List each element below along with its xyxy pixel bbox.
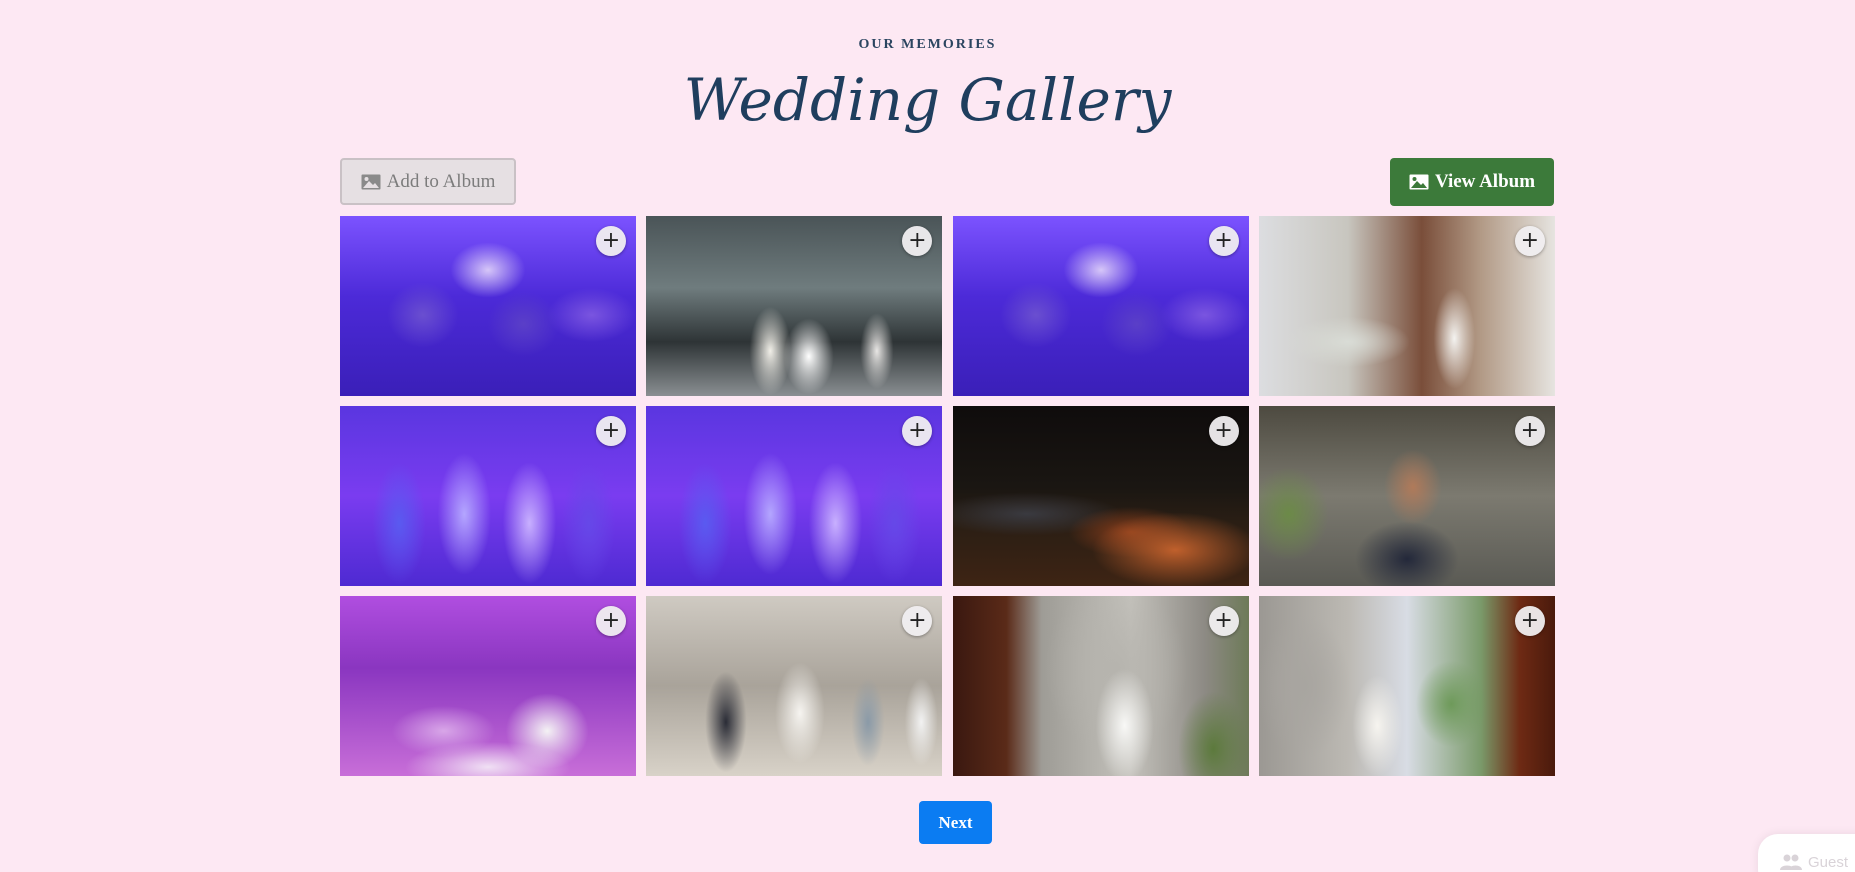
wedding-photo[interactable] bbox=[340, 216, 636, 396]
add-photo-button[interactable]: + bbox=[596, 226, 626, 256]
add-photo-button[interactable]: + bbox=[1514, 416, 1545, 446]
photo-tile[interactable]: + bbox=[340, 406, 636, 586]
photo-tile[interactable]: + bbox=[340, 216, 636, 396]
photo-tile[interactable]: + bbox=[646, 216, 943, 396]
image-icon bbox=[361, 174, 381, 189]
add-photo-button[interactable]: + bbox=[1208, 226, 1239, 256]
add-photo-button[interactable]: + bbox=[596, 416, 626, 446]
wedding-photo[interactable] bbox=[1258, 216, 1555, 396]
wedding-photo[interactable] bbox=[340, 406, 636, 586]
photo-grid: + + + + + + + + + + + + bbox=[340, 216, 1555, 776]
photo-tile[interactable]: + bbox=[1258, 596, 1555, 776]
wedding-photo[interactable] bbox=[1258, 596, 1555, 776]
page-title: Wedding Gallery bbox=[683, 66, 1172, 134]
next-button[interactable]: Next bbox=[919, 801, 992, 844]
photo-tile[interactable]: + bbox=[646, 406, 943, 586]
add-to-album-button[interactable]: Add to Album bbox=[340, 158, 516, 205]
gallery-page: OUR MEMORIES Wedding Gallery Add to Albu… bbox=[0, 0, 1855, 872]
photo-tile[interactable]: + bbox=[952, 596, 1249, 776]
wedding-photo[interactable] bbox=[1258, 406, 1555, 586]
add-photo-button[interactable]: + bbox=[1514, 606, 1545, 636]
photo-tile[interactable]: + bbox=[340, 596, 636, 776]
section-eyebrow: OUR MEMORIES bbox=[858, 37, 997, 52]
image-icon bbox=[1409, 174, 1429, 190]
wedding-photo[interactable] bbox=[646, 216, 943, 396]
wedding-photo[interactable] bbox=[952, 596, 1249, 776]
add-photo-button[interactable]: + bbox=[1514, 226, 1545, 256]
add-photo-button[interactable]: + bbox=[1208, 416, 1239, 446]
wedding-photo[interactable] bbox=[646, 406, 943, 586]
wedding-photo[interactable] bbox=[646, 596, 943, 776]
users-icon bbox=[1780, 854, 1802, 870]
photo-tile[interactable]: + bbox=[646, 596, 943, 776]
view-album-label: View Album bbox=[1434, 171, 1536, 192]
view-album-button[interactable]: View Album bbox=[1390, 158, 1554, 206]
photo-tile[interactable]: + bbox=[952, 406, 1249, 586]
photo-tile[interactable]: + bbox=[1258, 216, 1555, 396]
add-photo-button[interactable]: + bbox=[596, 606, 626, 636]
wedding-photo[interactable] bbox=[952, 216, 1249, 396]
add-photo-button[interactable]: + bbox=[1208, 606, 1239, 636]
guest-widget-label: Guest bbox=[1808, 853, 1849, 871]
photo-tile[interactable]: + bbox=[1258, 406, 1555, 586]
guest-widget[interactable]: Guest bbox=[1758, 834, 1855, 872]
wedding-photo[interactable] bbox=[340, 596, 636, 776]
photo-tile[interactable]: + bbox=[952, 216, 1249, 396]
wedding-photo[interactable] bbox=[952, 406, 1249, 586]
add-to-album-label: Add to Album bbox=[386, 170, 496, 192]
